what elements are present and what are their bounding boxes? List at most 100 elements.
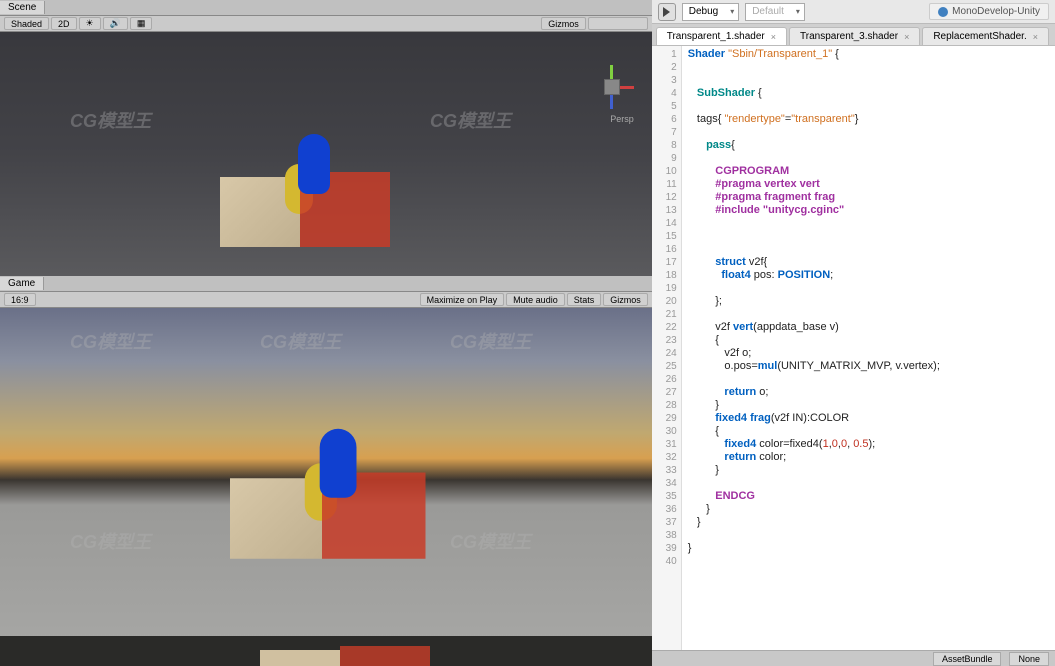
none-label[interactable]: None bbox=[1009, 652, 1049, 666]
assetbundle-label[interactable]: AssetBundle bbox=[933, 652, 1002, 666]
game-panel: Game 16:9 Maximize on Play Mute audio St… bbox=[0, 276, 652, 666]
code-line[interactable] bbox=[688, 477, 1049, 490]
2d-toggle[interactable]: 2D bbox=[51, 17, 77, 30]
code-line[interactable]: v2f o; bbox=[688, 347, 1049, 360]
code-line[interactable]: #pragma vertex vert bbox=[688, 178, 1049, 191]
mute-audio-toggle[interactable]: Mute audio bbox=[506, 293, 565, 306]
scene-tab[interactable]: Scene bbox=[0, 1, 45, 14]
code-line[interactable]: } bbox=[688, 516, 1049, 529]
code-line[interactable]: } bbox=[688, 399, 1049, 412]
line-number: 31 bbox=[652, 438, 681, 451]
code-line[interactable] bbox=[688, 100, 1049, 113]
debug-dropdown[interactable]: Debug bbox=[682, 3, 739, 21]
game-gizmos-dropdown[interactable]: Gizmos bbox=[603, 293, 648, 306]
code-editor-panel: Debug Default MonoDevelop-Unity Transpar… bbox=[652, 0, 1055, 666]
code-line[interactable] bbox=[688, 230, 1049, 243]
code-line[interactable]: ENDCG bbox=[688, 490, 1049, 503]
file-tab-0[interactable]: Transparent_1.shader× bbox=[656, 27, 787, 45]
code-line[interactable] bbox=[688, 217, 1049, 230]
code-line[interactable] bbox=[688, 126, 1049, 139]
code-line[interactable]: #pragma fragment frag bbox=[688, 191, 1049, 204]
code-line[interactable]: fixed4 color=fixed4(1,0,0, 0.5); bbox=[688, 438, 1049, 451]
line-number: 37 bbox=[652, 516, 681, 529]
code-line[interactable] bbox=[688, 529, 1049, 542]
code-line[interactable] bbox=[688, 243, 1049, 256]
line-number: 21 bbox=[652, 308, 681, 321]
code-line[interactable] bbox=[688, 282, 1049, 295]
line-number: 20 bbox=[652, 295, 681, 308]
play-icon bbox=[663, 7, 670, 17]
scene-toolbar: Shaded 2D ☀ 🔊 ▦ Gizmos bbox=[0, 16, 652, 32]
watermark: CG模型王 bbox=[70, 328, 151, 354]
line-number: 7 bbox=[652, 126, 681, 139]
code-line[interactable]: #include "unitycg.cginc" bbox=[688, 204, 1049, 217]
code-line[interactable]: } bbox=[688, 464, 1049, 477]
code-line[interactable] bbox=[688, 373, 1049, 386]
code-line[interactable]: } bbox=[688, 503, 1049, 516]
code-line[interactable]: v2f vert(appdata_base v) bbox=[688, 321, 1049, 334]
code-area[interactable]: 1234567891011121314151617181920212223242… bbox=[652, 46, 1055, 650]
code-line[interactable] bbox=[688, 152, 1049, 165]
line-number: 35 bbox=[652, 490, 681, 503]
light-toggle[interactable]: ☀ bbox=[79, 17, 101, 30]
file-tab-1[interactable]: Transparent_3.shader× bbox=[789, 27, 920, 45]
reflection-beige bbox=[260, 650, 340, 666]
file-tab-label: ReplacementShader. bbox=[933, 31, 1026, 42]
stats-toggle[interactable]: Stats bbox=[567, 293, 602, 306]
code-line[interactable]: return color; bbox=[688, 451, 1049, 464]
code-line[interactable]: CGPROGRAM bbox=[688, 165, 1049, 178]
maximize-on-play-toggle[interactable]: Maximize on Play bbox=[420, 293, 505, 306]
line-number: 16 bbox=[652, 243, 681, 256]
scene-search[interactable] bbox=[588, 17, 648, 30]
code-line[interactable] bbox=[688, 308, 1049, 321]
code-line[interactable] bbox=[688, 61, 1049, 74]
close-icon[interactable]: × bbox=[1033, 32, 1038, 42]
watermark: CG模型王 bbox=[260, 328, 341, 354]
orientation-gizmo[interactable] bbox=[592, 67, 632, 107]
gizmos-dropdown[interactable]: Gizmos bbox=[541, 17, 586, 30]
code-line[interactable]: return o; bbox=[688, 386, 1049, 399]
line-number: 5 bbox=[652, 100, 681, 113]
game-tab[interactable]: Game bbox=[0, 277, 44, 290]
gizmo-x-axis bbox=[620, 86, 634, 89]
code-line[interactable]: pass{ bbox=[688, 139, 1049, 152]
line-number: 39 bbox=[652, 542, 681, 555]
perspective-label[interactable]: Persp bbox=[610, 114, 634, 124]
run-button[interactable] bbox=[658, 3, 676, 21]
code-line[interactable]: Shader "Sbin/Transparent_1" { bbox=[688, 48, 1049, 61]
code-line[interactable]: { bbox=[688, 334, 1049, 347]
code-line[interactable]: fixed4 frag(v2f IN):COLOR bbox=[688, 412, 1049, 425]
scene-viewport[interactable]: Persp CG模型王 CG模型王 bbox=[0, 32, 652, 276]
code-line[interactable]: float4 pos: POSITION; bbox=[688, 269, 1049, 282]
game-viewport[interactable]: CG模型王 CG模型王 CG模型王 CG模型王 CG模型王 bbox=[0, 308, 652, 666]
code-line[interactable]: } bbox=[688, 542, 1049, 555]
close-icon[interactable]: × bbox=[904, 32, 909, 42]
line-number: 30 bbox=[652, 425, 681, 438]
code-line[interactable]: }; bbox=[688, 295, 1049, 308]
ide-app-name: MonoDevelop-Unity bbox=[952, 6, 1040, 17]
ide-app-label[interactable]: MonoDevelop-Unity bbox=[929, 3, 1049, 20]
shadow-strip bbox=[0, 636, 652, 666]
code-line[interactable]: SubShader { bbox=[688, 87, 1049, 100]
line-number: 36 bbox=[652, 503, 681, 516]
code-line[interactable]: struct v2f{ bbox=[688, 256, 1049, 269]
code-line[interactable] bbox=[688, 555, 1049, 568]
fx-toggle[interactable]: ▦ bbox=[130, 17, 153, 30]
code-line[interactable] bbox=[688, 74, 1049, 87]
code-content[interactable]: Shader "Sbin/Transparent_1" { SubShader … bbox=[682, 46, 1055, 650]
watermark: CG模型王 bbox=[450, 328, 531, 354]
aspect-dropdown[interactable]: 16:9 bbox=[4, 293, 36, 306]
line-number: 26 bbox=[652, 373, 681, 386]
line-number: 11 bbox=[652, 178, 681, 191]
shading-dropdown[interactable]: Shaded bbox=[4, 17, 49, 30]
code-line[interactable]: o.pos=mul(UNITY_MATRIX_MVP, v.vertex); bbox=[688, 360, 1049, 373]
code-line[interactable]: { bbox=[688, 425, 1049, 438]
close-icon[interactable]: × bbox=[771, 32, 776, 42]
monodevelop-icon bbox=[938, 7, 948, 17]
file-tab-2[interactable]: ReplacementShader. × bbox=[922, 27, 1049, 45]
line-number: 14 bbox=[652, 217, 681, 230]
watermark: CG模型王 bbox=[70, 107, 151, 133]
code-line[interactable]: tags{ "rendertype"="transparent"} bbox=[688, 113, 1049, 126]
target-dropdown[interactable]: Default bbox=[745, 3, 805, 21]
audio-toggle[interactable]: 🔊 bbox=[103, 17, 128, 30]
